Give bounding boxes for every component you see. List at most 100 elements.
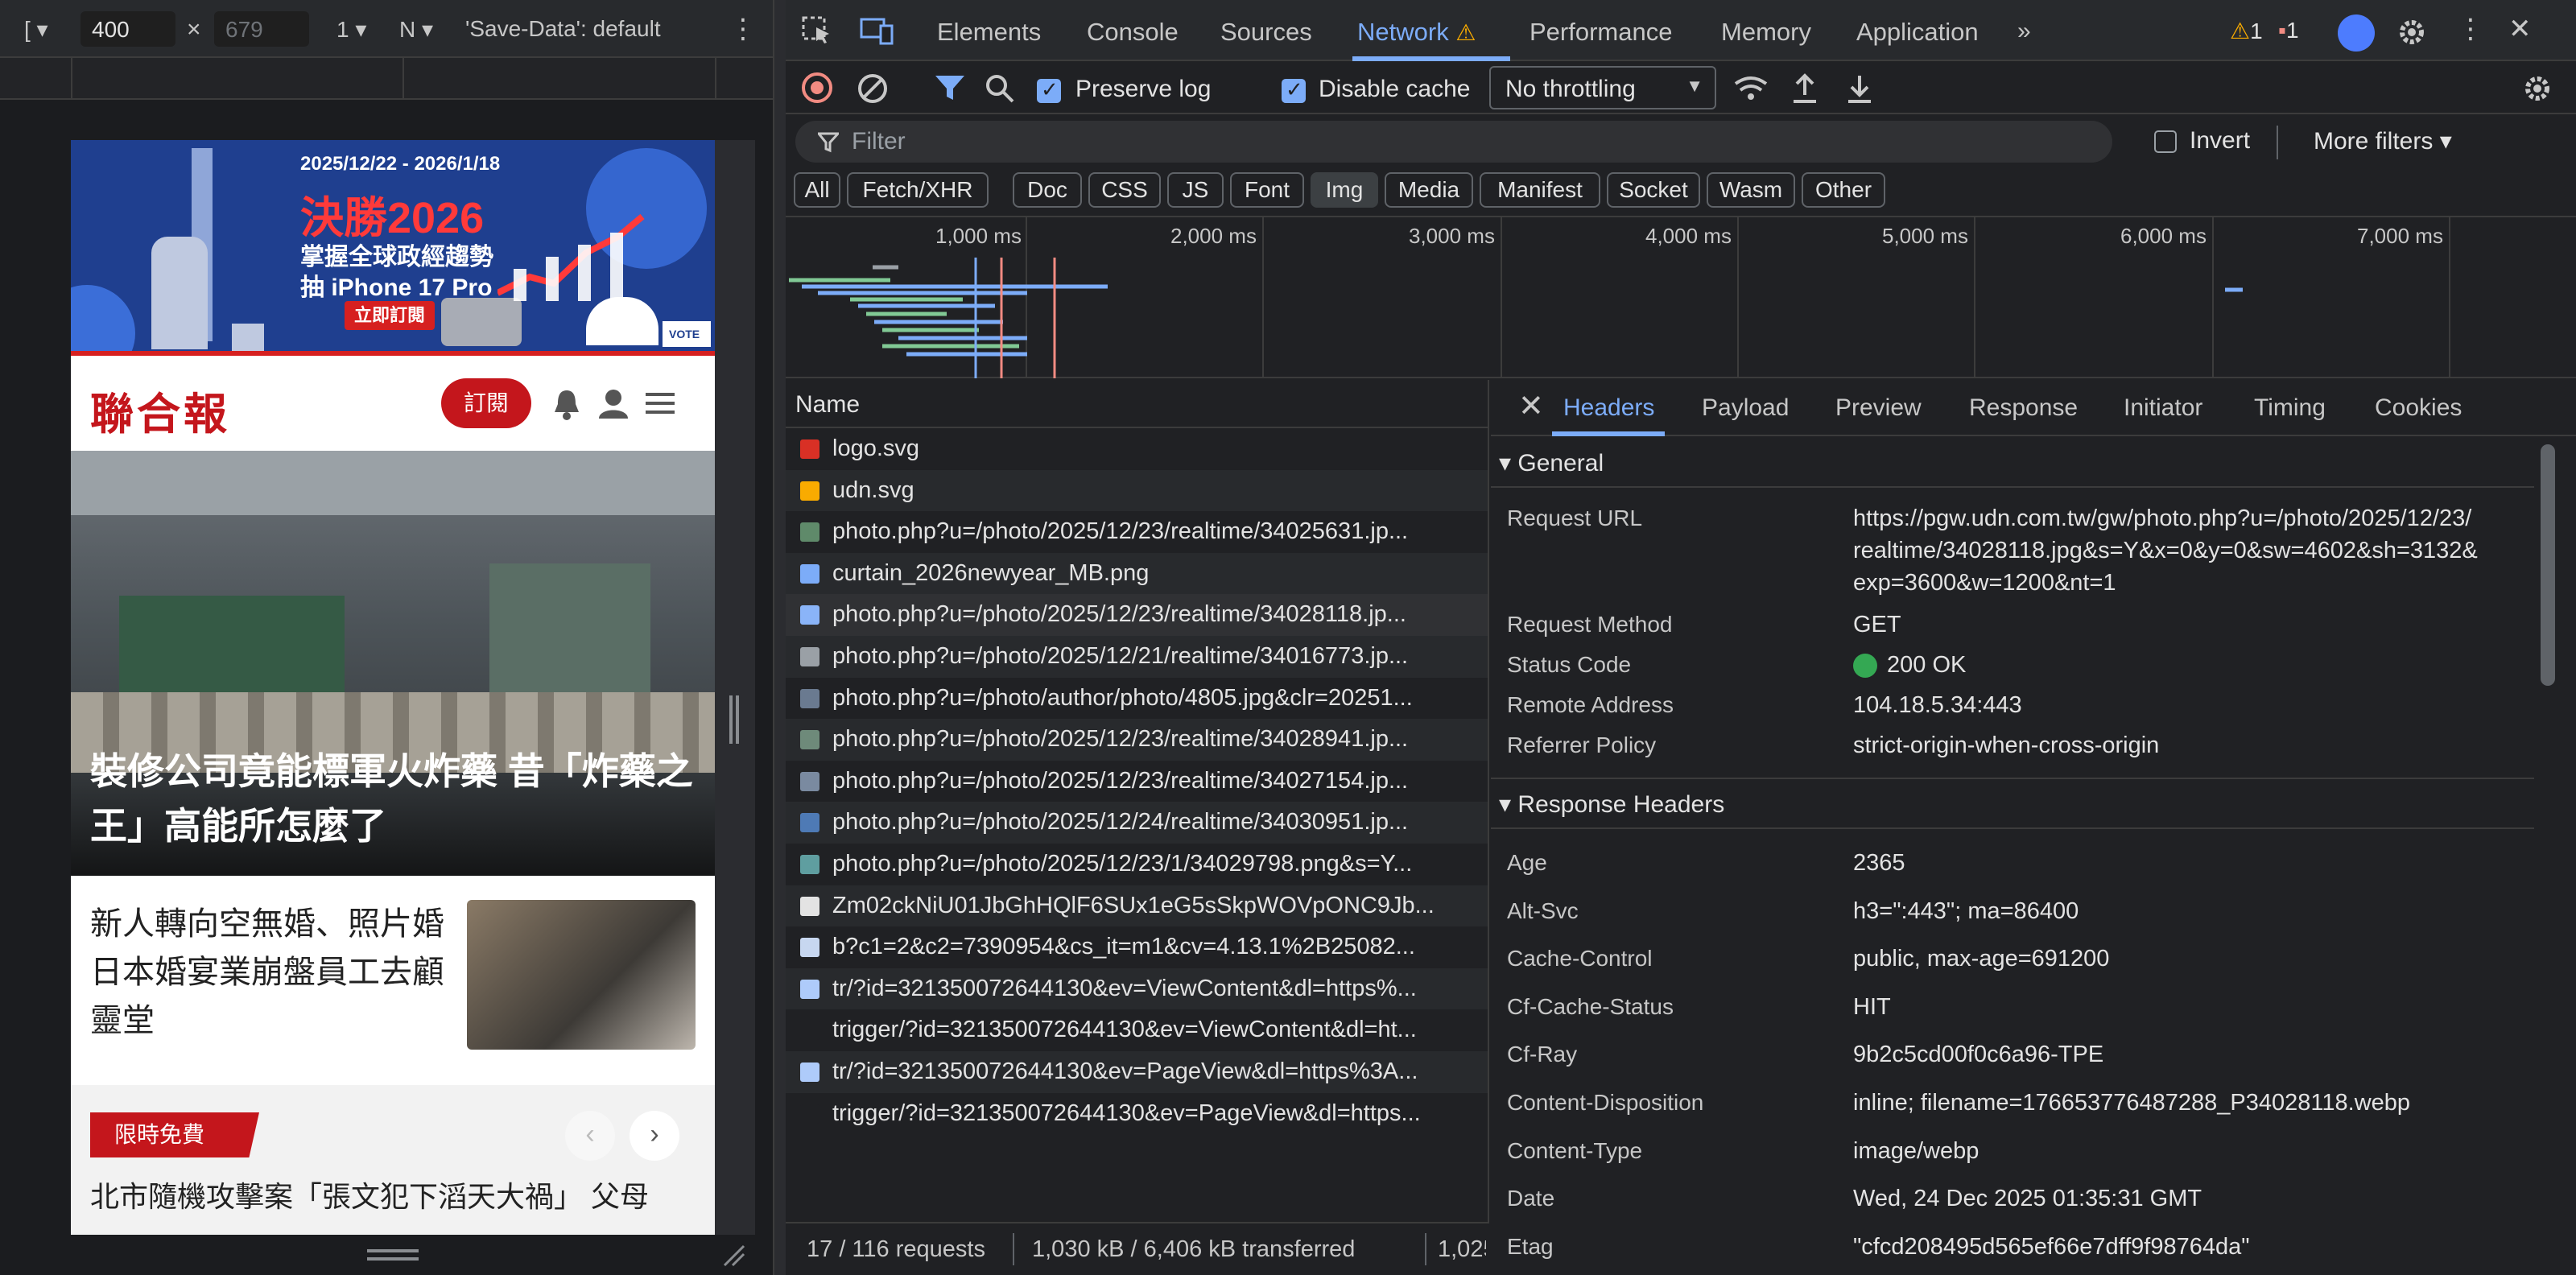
name-column-header[interactable]: Name: [795, 391, 860, 419]
request-row[interactable]: trigger/?id=321350072644130&ev=PageView&…: [786, 1092, 1488, 1135]
general-section-header[interactable]: ▾ General: [1491, 436, 2534, 488]
chip-media[interactable]: Media: [1385, 172, 1473, 208]
chip-font[interactable]: Font: [1230, 172, 1304, 208]
network-conditions-icon[interactable]: [1732, 72, 1769, 105]
more-filters-dropdown[interactable]: More filters ▾: [2314, 127, 2452, 155]
detail-tab-initiator[interactable]: Initiator: [2124, 394, 2202, 422]
request-row[interactable]: photo.php?u=/photo/2025/12/24/realtime/3…: [786, 802, 1488, 844]
story-card[interactable]: 新人轉向空無婚、照片婚 日本婚宴業崩盤員工去顧靈堂: [71, 876, 715, 1085]
device-select[interactable]: [ ▾: [24, 16, 48, 43]
story-title[interactable]: 北市隨機攻擊案「張文犯下滔天大禍」 父母: [90, 1175, 702, 1219]
request-row[interactable]: curtain_2026newyear_MB.png: [786, 552, 1488, 595]
tab-sources[interactable]: Sources: [1220, 18, 1312, 47]
more-tabs-icon[interactable]: »: [2017, 18, 2031, 45]
response-headers-section-header[interactable]: ▾ Response Headers: [1491, 778, 2534, 829]
resize-handle-icon[interactable]: [736, 695, 739, 744]
request-row[interactable]: trigger/?id=321350072644130&ev=ViewConte…: [786, 1009, 1488, 1052]
prev-arrow-icon[interactable]: ‹: [565, 1111, 615, 1161]
detail-tab-cookies[interactable]: Cookies: [2375, 394, 2462, 422]
inspect-element-icon[interactable]: [802, 16, 834, 45]
dpr-select[interactable]: 1 ▾: [336, 16, 366, 43]
ai-assistance-icon[interactable]: [2338, 14, 2375, 52]
story-title[interactable]: 新人轉向空無婚、照片婚 日本婚宴業崩盤員工去顧靈堂: [90, 900, 444, 1045]
export-har-icon[interactable]: [1845, 72, 1874, 105]
device-more-icon[interactable]: ⋮: [729, 13, 757, 45]
panel-divider[interactable]: [773, 0, 786, 1275]
menu-icon[interactable]: [646, 391, 675, 415]
request-row[interactable]: Zm02ckNiU01JbGhHQlF6SUx1eG5sSkpWOVpONC9J…: [786, 885, 1488, 927]
invert-label[interactable]: Invert: [2190, 127, 2250, 155]
disable-cache-checkbox[interactable]: ✓: [1282, 77, 1306, 103]
detail-tab-preview[interactable]: Preview: [1835, 394, 1922, 422]
story-thumbnail[interactable]: [467, 900, 696, 1050]
next-arrow-icon[interactable]: ›: [630, 1111, 679, 1161]
chip-other[interactable]: Other: [1802, 172, 1885, 208]
bottom-resize-handle-icon[interactable]: [367, 1249, 419, 1252]
filter-funnel-icon[interactable]: [934, 72, 966, 105]
request-row[interactable]: photo.php?u=/photo/2025/12/23/realtime/3…: [786, 719, 1488, 761]
udn-logo[interactable]: 聯合報: [90, 378, 230, 442]
general-toggle[interactable]: ▾ General: [1499, 449, 1604, 477]
height-input[interactable]: 679: [214, 11, 309, 47]
chip-fetch-xhr[interactable]: Fetch/XHR: [847, 172, 989, 208]
request-row[interactable]: photo.php?u=/photo/2025/12/21/realtime/3…: [786, 636, 1488, 678]
tab-performance[interactable]: Performance: [1530, 18, 1672, 47]
detail-tab-headers[interactable]: Headers: [1563, 394, 1654, 422]
preserve-log-label[interactable]: Preserve log: [1075, 76, 1211, 103]
user-icon[interactable]: [597, 388, 630, 420]
import-har-icon[interactable]: [1790, 72, 1819, 105]
width-input[interactable]: 400: [80, 11, 175, 47]
details-scrollbar-thumb[interactable]: [2541, 444, 2555, 686]
chip-doc[interactable]: Doc: [1013, 172, 1082, 208]
save-data-select[interactable]: 'Save-Data': default: [465, 16, 661, 42]
close-details-icon[interactable]: ✕: [1518, 388, 1544, 424]
request-row[interactable]: photo.php?u=/photo/2025/12/23/realtime/3…: [786, 511, 1488, 554]
resize-handle-icon[interactable]: [729, 695, 733, 744]
chip-socket[interactable]: Socket: [1607, 172, 1700, 208]
request-row[interactable]: b?c1=2&c2=7390954&cs_it=m1&cv=4.13.1%2B2…: [786, 926, 1488, 969]
disable-cache-label[interactable]: Disable cache: [1319, 76, 1470, 103]
request-row[interactable]: photo.php?u=/photo/author/photo/4805.jpg…: [786, 677, 1488, 720]
invert-checkbox[interactable]: [2154, 130, 2177, 153]
throttling-select[interactable]: No throttling ▼: [1489, 66, 1716, 109]
detail-tab-timing[interactable]: Timing: [2254, 394, 2326, 422]
warnings-counter[interactable]: ⚠1: [2230, 18, 2263, 44]
request-row[interactable]: photo.php?u=/photo/2025/12/23/realtime/3…: [786, 594, 1488, 637]
request-row[interactable]: logo.svg: [786, 428, 1488, 470]
request-row[interactable]: tr/?id=321350072644130&ev=ViewContent&dl…: [786, 968, 1488, 1010]
chip-wasm[interactable]: Wasm: [1707, 172, 1795, 208]
bell-icon[interactable]: [552, 388, 581, 420]
chip-img[interactable]: Img: [1311, 172, 1378, 208]
request-row[interactable]: photo.php?u=/photo/2025/12/23/realtime/3…: [786, 760, 1488, 803]
tab-memory[interactable]: Memory: [1721, 18, 1811, 47]
tab-console[interactable]: Console: [1087, 18, 1179, 47]
phone-screen[interactable]: 2025/12/22 - 2026/1/18 決勝2026 掌握全球政經趨勢 抽…: [71, 140, 715, 1235]
search-icon[interactable]: [984, 72, 1016, 105]
chip-manifest[interactable]: Manifest: [1480, 172, 1600, 208]
filter-input[interactable]: Filter: [795, 121, 2112, 163]
request-row[interactable]: photo.php?u=/photo/2025/12/23/1/34029798…: [786, 844, 1488, 885]
tab-application[interactable]: Application: [1856, 18, 1979, 47]
settings-gear-icon[interactable]: [2396, 16, 2428, 48]
chip-all[interactable]: All: [794, 172, 840, 208]
hero-story[interactable]: 裝修公司竟能標軍火炸藥 昔「炸藥之王」高能所怎麼了: [71, 451, 715, 876]
hero-title[interactable]: 裝修公司竟能標軍火炸藥 昔「炸藥之王」高能所怎麼了: [90, 744, 694, 853]
throttle-select[interactable]: N ▾: [399, 16, 433, 43]
phone-resize-rail[interactable]: [715, 140, 755, 1235]
close-devtools-icon[interactable]: ✕: [2508, 13, 2532, 45]
bottom-resize-handle-icon[interactable]: [367, 1257, 419, 1261]
ad-banner[interactable]: 2025/12/22 - 2026/1/18 決勝2026 掌握全球政經趨勢 抽…: [71, 140, 715, 351]
chip-css[interactable]: CSS: [1088, 172, 1161, 208]
ad-cta-button[interactable]: 立即訂閱: [345, 301, 435, 330]
clear-icon[interactable]: [857, 72, 889, 105]
request-row[interactable]: tr/?id=321350072644130&ev=PageView&dl=ht…: [786, 1051, 1488, 1093]
response-headers-toggle[interactable]: ▾ Response Headers: [1499, 790, 1724, 819]
device-toggle-icon[interactable]: [860, 16, 894, 45]
tab-network[interactable]: Network ⚠: [1357, 18, 1476, 47]
tab-elements[interactable]: Elements: [937, 18, 1041, 47]
devtools-menu-icon[interactable]: ⋮: [2457, 13, 2484, 45]
record-icon[interactable]: [802, 72, 832, 103]
subscribe-button[interactable]: 訂閱: [441, 378, 531, 428]
network-settings-gear-icon[interactable]: [2521, 72, 2553, 105]
chip-js[interactable]: JS: [1167, 172, 1224, 208]
